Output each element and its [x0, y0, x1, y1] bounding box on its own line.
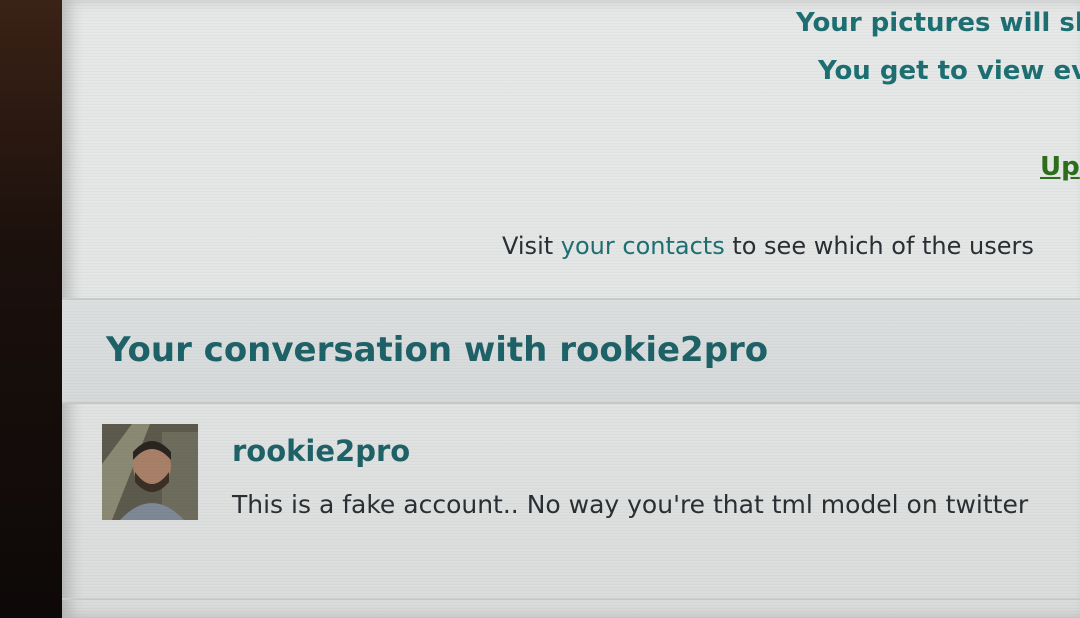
sender-avatar[interactable]: [102, 424, 198, 520]
browser-viewport: Your pictures will sh You get to view ev…: [62, 0, 1080, 618]
conversation-title: Your conversation with rookie2pro: [106, 330, 769, 370]
sender-name-link[interactable]: rookie2pro: [232, 434, 410, 468]
message-body: This is a fake account.. No way you're t…: [232, 490, 1029, 519]
upgrade-promo-section: Your pictures will sh You get to view ev…: [62, 0, 1080, 298]
contacts-notice-prefix: Visit: [502, 232, 561, 260]
contacts-notice: Visit your contacts to see which of the …: [502, 232, 1034, 260]
message-item: rookie2pro This is a fake account.. No w…: [62, 404, 1080, 594]
promo-pictures-text: Your pictures will sh: [796, 8, 1080, 38]
your-contacts-link[interactable]: your contacts: [561, 232, 725, 260]
conversation-header: Your conversation with rookie2pro: [62, 300, 1080, 402]
avatar-photo-icon: [102, 424, 198, 520]
promo-view-text: You get to view ev: [818, 56, 1080, 86]
upgrade-link[interactable]: Up: [1040, 152, 1080, 182]
contacts-notice-suffix: to see which of the users: [724, 232, 1034, 260]
message-divider: [62, 598, 1080, 600]
